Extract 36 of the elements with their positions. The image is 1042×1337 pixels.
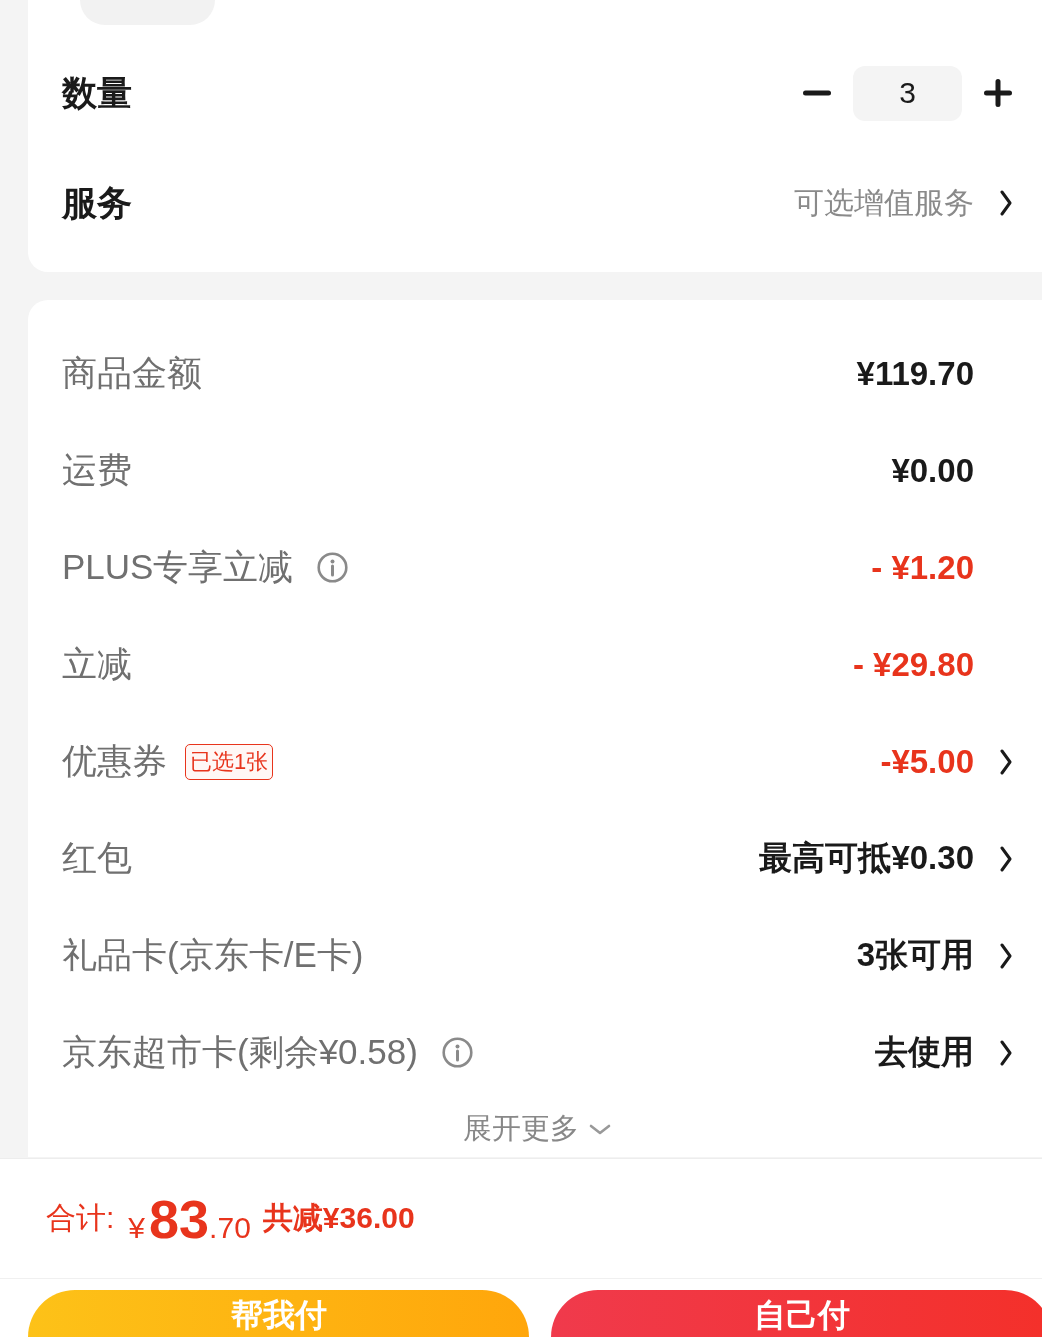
coupon-tag: 已选1张 [185, 743, 274, 780]
pay-button[interactable]: 自己付 [551, 1290, 1042, 1337]
quantity-field[interactable]: 3 [853, 65, 962, 121]
info-icon[interactable] [441, 1037, 473, 1068]
price-value[interactable]: 3张可用 [856, 933, 974, 978]
price-label: 立减 [62, 643, 132, 685]
price-value[interactable]: 去使用 [875, 1030, 974, 1075]
chevron-right-icon[interactable] [1000, 748, 1012, 775]
service-value[interactable]: 可选增值服务 [794, 182, 974, 224]
chevron-right-icon[interactable] [1000, 1039, 1012, 1066]
expand-more-button[interactable]: 展开更多 [463, 1109, 611, 1149]
price-label: 运费 [62, 449, 132, 491]
price-label: 礼品卡(京东卡/E卡) [62, 934, 364, 976]
minus-icon[interactable] [803, 90, 831, 96]
chevron-right-icon[interactable] [1000, 190, 1012, 216]
plus-icon[interactable] [984, 79, 1012, 107]
service-label: 服务 [62, 181, 132, 224]
savings-text: 共减¥36.00 [262, 1200, 415, 1236]
chevron-right-icon[interactable] [1000, 845, 1012, 872]
price-value: ¥0.00 [891, 451, 974, 490]
chevron-right-icon[interactable] [1000, 942, 1012, 969]
info-icon[interactable] [317, 552, 349, 583]
price-label: 京东超市卡(剩余¥0.58) [62, 1031, 418, 1073]
total-amount: ¥83.70 [128, 1187, 251, 1250]
price-label: 商品金额 [62, 352, 202, 394]
price-value: - ¥29.80 [852, 645, 974, 684]
price-label: 红包 [62, 837, 132, 879]
chevron-down-icon [589, 1123, 611, 1135]
price-label: 优惠券 [62, 740, 167, 782]
price-value: - ¥1.20 [871, 548, 974, 587]
price-value[interactable]: -¥5.00 [880, 742, 974, 781]
price-label: PLUS专享立减 [62, 546, 294, 588]
price-value[interactable]: 最高可抵¥0.30 [759, 836, 974, 881]
price-value: ¥119.70 [856, 354, 974, 393]
total-label: 合计: [46, 1200, 115, 1236]
quantity-label: 数量 [62, 71, 132, 114]
